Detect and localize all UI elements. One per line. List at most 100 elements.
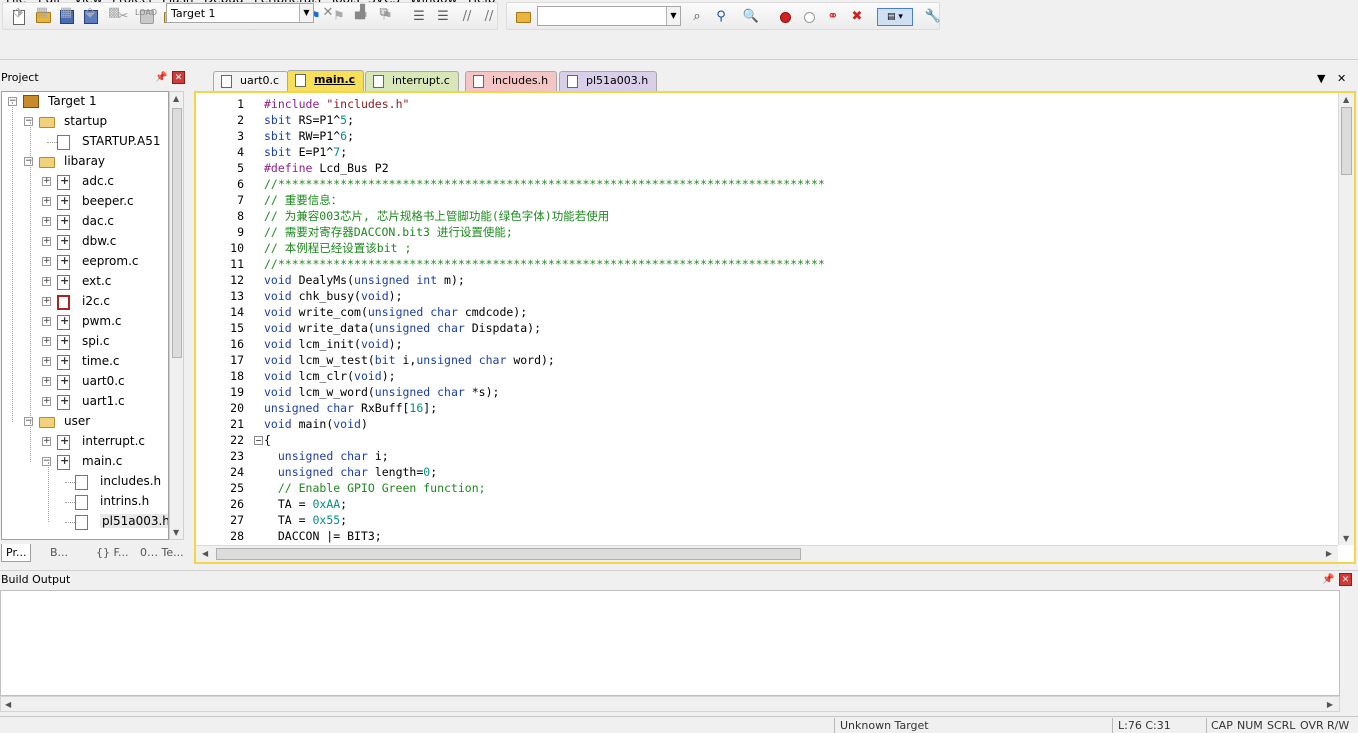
translate-icon[interactable]: ⬗ — [10, 5, 26, 21]
expand-icon[interactable]: + — [42, 197, 51, 206]
code-line[interactable]: //**************************************… — [264, 256, 825, 272]
tab-main-c[interactable]: main.c — [287, 70, 365, 91]
disable-all-breakpoints-icon[interactable]: ⚭ — [825, 9, 841, 25]
code-line[interactable]: void main(void) — [264, 416, 368, 432]
code-line[interactable]: // Enable GPIO Green function; — [264, 480, 486, 496]
scroll-up-icon[interactable]: ▲ — [1343, 95, 1349, 104]
editor-vertical-scrollbar[interactable]: ▲ ▼ — [1338, 93, 1354, 545]
code-line[interactable]: void lcm_w_word(unsigned char *s); — [264, 384, 499, 400]
code-line[interactable]: unsigned char length=0; — [264, 464, 437, 480]
disable-breakpoint-icon[interactable] — [801, 9, 817, 25]
code-line[interactable]: TA = 0xAA; — [264, 496, 347, 512]
code-line[interactable]: unsigned char i; — [264, 448, 389, 464]
scroll-up-icon[interactable]: ▲ — [173, 94, 179, 103]
expand-icon[interactable]: + — [42, 177, 51, 186]
incremental-find-icon[interactable]: ⚲ — [713, 9, 729, 25]
project-tree-scrollbar[interactable]: ▲ ▼ — [169, 91, 184, 540]
tab-books[interactable]: B... — [46, 544, 72, 562]
expand-icon[interactable]: + — [42, 257, 51, 266]
fold-collapse-icon[interactable]: − — [254, 436, 263, 445]
code-line[interactable]: // 本例程已经设置该bit ; — [264, 240, 411, 256]
scrollbar-thumb[interactable] — [1341, 107, 1352, 175]
tab-includes-h[interactable]: includes.h — [465, 71, 558, 91]
file-extensions-icon[interactable]: ▟ — [352, 5, 368, 21]
expand-icon[interactable]: + — [42, 357, 51, 366]
editor-horizontal-scrollbar[interactable]: ◀ ▶ — [196, 545, 1338, 562]
code-line[interactable]: DACCON |= BIT3; — [264, 528, 382, 544]
scrollbar-thumb[interactable] — [172, 108, 182, 358]
unindent-icon[interactable]: ☰ — [435, 9, 451, 25]
code-line[interactable]: #include "includes.h" — [264, 96, 409, 112]
expand-icon[interactable]: + — [42, 277, 51, 286]
kill-all-breakpoints-icon[interactable]: ✖ — [849, 9, 865, 25]
code-line[interactable]: void lcm_w_test(bit i,unsigned char word… — [264, 352, 555, 368]
breakpoint-icon[interactable] — [777, 9, 793, 25]
expand-icon[interactable]: + — [42, 317, 51, 326]
code-line[interactable]: void lcm_init(void); — [264, 336, 403, 352]
code-line[interactable]: sbit E=P1^7; — [264, 144, 347, 160]
scroll-left-icon[interactable]: ◀ — [202, 549, 208, 558]
scroll-left-icon[interactable]: ◀ — [5, 700, 11, 709]
close-icon[interactable]: ✕ — [1339, 573, 1352, 586]
code-line[interactable]: unsigned char RxBuff[16]; — [264, 400, 437, 416]
tab-pl51a003-h[interactable]: pl51a003.h — [559, 71, 658, 91]
build-output-text[interactable] — [0, 590, 1340, 696]
code-editor[interactable]: 1 2 3 4 5 6 7 8 9 10 11 12 13 14 15 16 17 18 19 20 21 22 23 24 2… — [194, 91, 1356, 564]
expand-icon[interactable]: + — [42, 237, 51, 246]
code-area[interactable]: #include "includes.h" sbit RS=P1^5; sbit R… — [264, 93, 1334, 543]
collapse-icon[interactable]: − — [24, 117, 33, 126]
code-line[interactable]: void write_com(unsigned char cmdcode); — [264, 304, 527, 320]
collapse-icon[interactable]: − — [24, 417, 33, 426]
expand-icon[interactable]: + — [42, 217, 51, 226]
scrollbar-thumb[interactable] — [216, 548, 801, 560]
close-icon[interactable]: ✕ — [172, 71, 185, 84]
collapse-icon[interactable]: − — [42, 457, 51, 466]
expand-icon[interactable]: + — [42, 297, 51, 306]
code-line[interactable]: void lcm_clr(void); — [264, 368, 396, 384]
tab-interrupt-c[interactable]: interrupt.c — [365, 71, 459, 91]
tab-project[interactable]: Pr... — [1, 544, 32, 562]
code-line[interactable]: void DealyMs(unsigned int m); — [264, 272, 465, 288]
scroll-right-icon[interactable]: ▶ — [1327, 700, 1333, 709]
tab-templates[interactable]: 0… Te... — [136, 544, 188, 562]
target-select[interactable]: Target 1 ▼ — [166, 3, 314, 23]
uncomment-selection-icon[interactable]: // — [481, 9, 497, 25]
debug-session-icon[interactable]: 🔍 — [743, 9, 759, 25]
scroll-right-icon[interactable]: ▶ — [1326, 549, 1332, 558]
code-line[interactable]: TA = 0x55; — [264, 512, 347, 528]
manage-components-icon[interactable]: ⧉ — [376, 5, 392, 21]
download-icon[interactable]: LOAD — [135, 5, 157, 21]
code-line[interactable]: // 为兼容003芯片, 芯片规格书上管脚功能(绿色字体)功能若使用 — [264, 208, 609, 224]
find-in-files-icon[interactable] — [515, 9, 531, 25]
find-icon[interactable]: ⌕ — [689, 9, 705, 25]
code-line[interactable]: { — [264, 432, 271, 448]
build-icon[interactable]: ▦ — [34, 5, 50, 21]
collapse-icon[interactable]: − — [24, 157, 33, 166]
tab-list-chevron-icon[interactable]: ▼ — [1317, 72, 1325, 85]
expand-icon[interactable]: + — [42, 337, 51, 346]
rebuild-icon[interactable]: ▦ — [58, 5, 74, 21]
pin-icon[interactable]: 📌 — [1322, 574, 1334, 585]
batch-build-icon[interactable]: ⬙ — [82, 5, 98, 21]
code-line[interactable]: void chk_busy(void); — [264, 288, 403, 304]
code-line[interactable]: //**************************************… — [264, 176, 825, 192]
expand-icon[interactable]: + — [42, 397, 51, 406]
scroll-down-icon[interactable]: ▼ — [1343, 534, 1349, 543]
close-editor-icon[interactable]: ✕ — [1337, 72, 1346, 85]
code-line[interactable]: // 需要对寄存器DACCON.bit3 进行设置使能; — [264, 224, 513, 240]
window-layout-icon[interactable]: ▤ ▾ — [877, 8, 913, 26]
code-line[interactable]: void write_data(unsigned char Dispdata); — [264, 320, 541, 336]
comment-selection-icon[interactable]: // — [459, 9, 475, 25]
scroll-down-icon[interactable]: ▼ — [173, 528, 179, 537]
code-line[interactable]: sbit RS=P1^5; — [264, 112, 354, 128]
configure-icon[interactable]: 🔧 — [925, 9, 941, 25]
code-line[interactable]: sbit RW=P1^6; — [264, 128, 354, 144]
stop-build-icon[interactable]: ▩ — [106, 5, 122, 21]
find-combo-box[interactable]: ▼ — [537, 6, 681, 26]
indent-icon[interactable]: ☰ — [411, 9, 427, 25]
expand-icon[interactable]: + — [42, 437, 51, 446]
tab-uart0-c[interactable]: uart0.c — [213, 71, 289, 91]
pin-icon[interactable]: 📌 — [155, 72, 167, 83]
code-line[interactable]: #define Lcd_Bus P2 — [264, 160, 389, 176]
tab-functions[interactable]: {} F... — [92, 544, 133, 562]
